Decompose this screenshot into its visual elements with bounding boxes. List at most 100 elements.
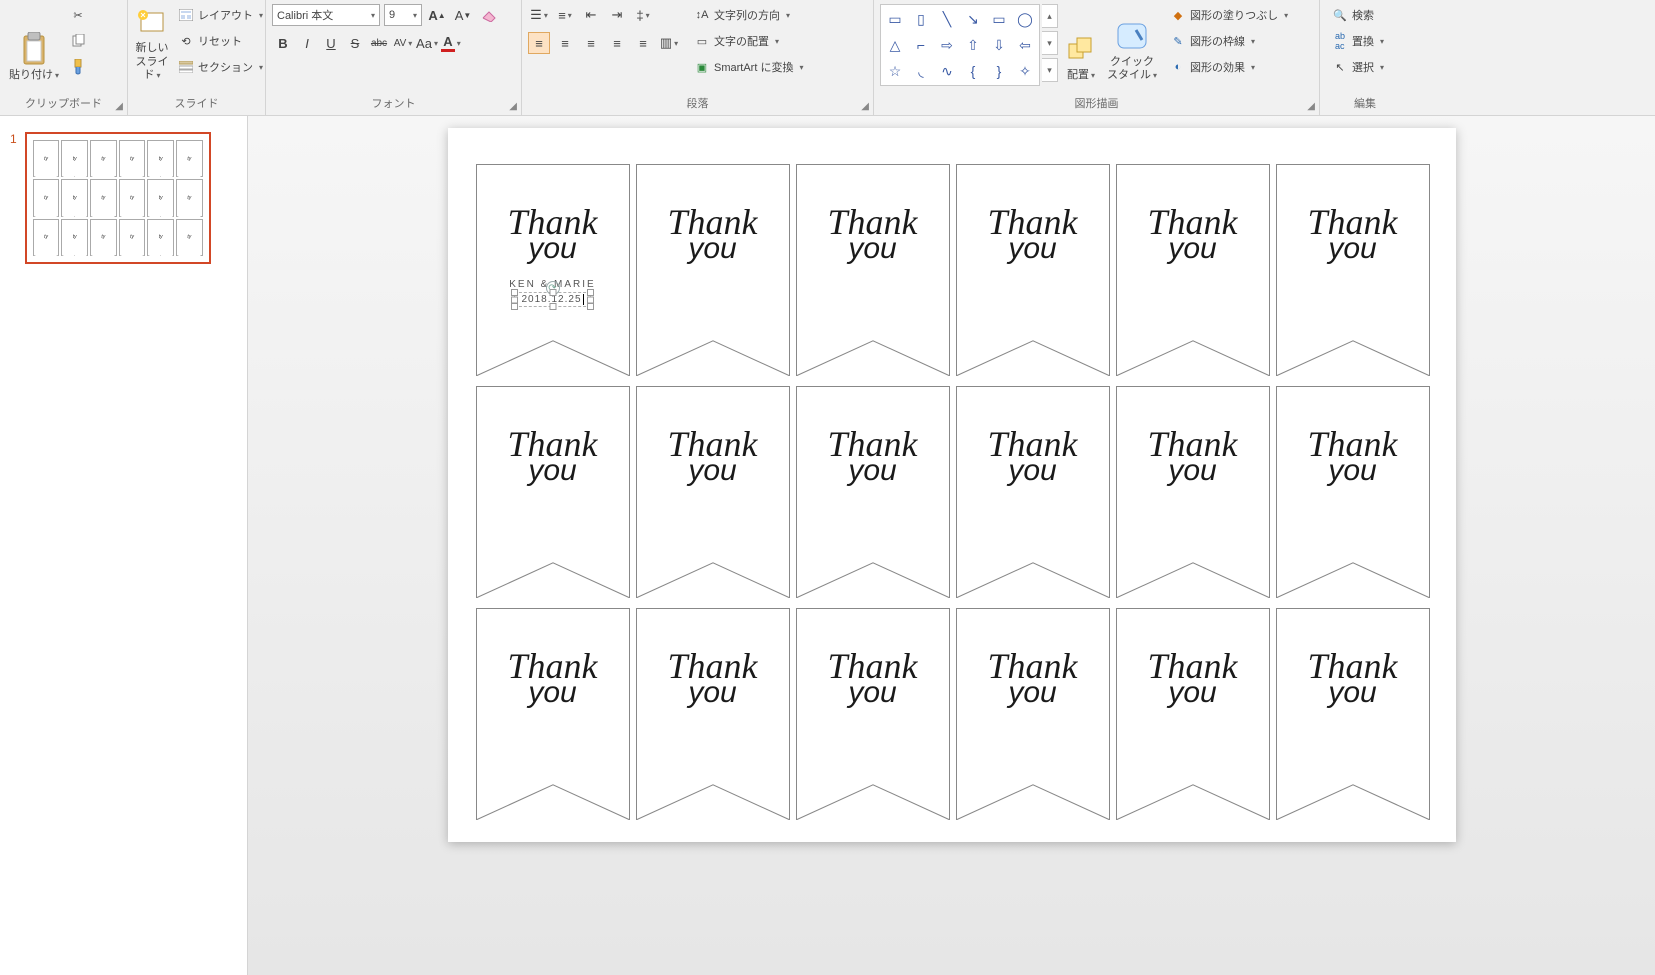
arrange-button[interactable]: 配置▾ (1058, 4, 1104, 82)
flag-tag[interactable]: Thankyou (1276, 386, 1430, 598)
date-textbox[interactable]: 2018.12.25 (514, 292, 590, 307)
char-spacing-button[interactable]: AV▾ (392, 32, 414, 54)
shape-arrow-u-icon[interactable]: ⇧ (961, 33, 985, 57)
shape-arrow-r-icon[interactable]: ⇨ (935, 33, 959, 57)
section-button[interactable]: セクション▾ (174, 56, 267, 78)
strike-button[interactable]: S (344, 32, 366, 54)
flag-tag[interactable]: Thankyou (1276, 164, 1430, 376)
cut-button[interactable]: ✂ (66, 4, 90, 26)
shape-arc-icon[interactable]: ◟ (909, 59, 933, 83)
dialog-launcher-icon[interactable]: ◢ (115, 101, 123, 112)
align-left-button[interactable]: ≡ (528, 32, 550, 54)
shape-tri-icon[interactable]: △ (883, 33, 907, 57)
thumbnail-number: 1 (10, 132, 17, 264)
flag-tag[interactable]: Thankyou (636, 164, 790, 376)
justify-button[interactable]: ≡ (606, 32, 628, 54)
shapes-gallery[interactable]: ▭▯╲↘▭◯ △⌐⇨⇧⇩⇦ ☆◟∿{}✧ (880, 4, 1040, 86)
paste-button[interactable]: 貼り付け▾ (6, 4, 62, 82)
underline-button[interactable]: U (320, 32, 342, 54)
convert-smartart-button[interactable]: ▣SmartArt に変換▾ (690, 56, 807, 78)
line-spacing-button[interactable]: ‡▾ (632, 4, 654, 26)
shape-lshape-icon[interactable]: ⌐ (909, 33, 933, 57)
clear-format-button[interactable] (478, 4, 500, 26)
section-icon (178, 59, 194, 75)
increase-indent-button[interactable]: ⇥ (606, 4, 628, 26)
flag-tag[interactable]: Thankyou (1116, 386, 1270, 598)
shape-outline-button[interactable]: ✎図形の枠線▾ (1166, 30, 1292, 52)
flag-tag[interactable]: Thankyou (476, 386, 630, 598)
flag-tag[interactable]: Thankyou (956, 164, 1110, 376)
flag-tag[interactable]: Thankyou (796, 386, 950, 598)
text-direction-button[interactable]: ↕A文字列の方向▾ (690, 4, 807, 26)
group-editing: 🔍検索 abac置換▾ ↖選択▾ 編集 (1320, 0, 1410, 115)
shape-effects-button[interactable]: ◐図形の効果▾ (1166, 56, 1292, 78)
decrease-indent-button[interactable]: ⇤ (580, 4, 602, 26)
flag-tag[interactable]: Thankyou (956, 608, 1110, 820)
flag-tag[interactable]: Thankyou (796, 608, 950, 820)
slide[interactable]: Thankyou ⟳ KEN & MARIE 2018.12.25 Thanky… (448, 128, 1456, 842)
shape-fill-button[interactable]: ◆図形の塗りつぶし▾ (1166, 4, 1292, 26)
shape-curve-icon[interactable]: ∿ (935, 59, 959, 83)
shape-callout-icon[interactable]: ✧ (1013, 59, 1037, 83)
align-right-button[interactable]: ≡ (580, 32, 602, 54)
flag-tag[interactable]: Thankyou (1116, 608, 1270, 820)
select-icon: ↖ (1332, 59, 1348, 75)
columns-button[interactable]: ▥▾ (658, 32, 680, 54)
flag-tag[interactable]: Thankyou (796, 164, 950, 376)
dialog-launcher-icon[interactable]: ◢ (861, 101, 869, 112)
shape-arrow-l-icon[interactable]: ⇦ (1013, 33, 1037, 57)
shape-textbox-icon[interactable]: ▭ (883, 7, 907, 31)
copy-button[interactable] (66, 30, 90, 52)
shape-star-icon[interactable]: ☆ (883, 59, 907, 83)
shape-arrow-d-icon[interactable]: ⇩ (987, 33, 1011, 57)
flag-tag[interactable]: Thankyou ⟳ KEN & MARIE 2018.12.25 (476, 164, 630, 376)
replace-button[interactable]: abac置換▾ (1328, 30, 1388, 52)
bullets-button[interactable]: ☰▾ (528, 4, 550, 26)
gallery-scroll[interactable]: ▴ ▾ ▾ (1042, 4, 1058, 82)
shrink-font-button[interactable]: A▼ (452, 4, 474, 26)
dialog-launcher-icon[interactable]: ◢ (1307, 101, 1315, 112)
group-font-title: フォント (372, 98, 416, 110)
shape-arrowline-icon[interactable]: ↘ (961, 7, 985, 31)
more-icon[interactable]: ▾ (1042, 58, 1058, 82)
slide-thumbnail-1[interactable]: tytytytytyty tytytytytyty tytytytytyty (25, 132, 211, 264)
shadow-button[interactable]: abc (368, 32, 390, 54)
flag-tag[interactable]: Thankyou (476, 608, 630, 820)
flag-tag[interactable]: Thankyou (1116, 164, 1270, 376)
bold-button[interactable]: B (272, 32, 294, 54)
numbering-button[interactable]: ≡▾ (554, 4, 576, 26)
find-button[interactable]: 🔍検索 (1328, 4, 1388, 26)
quick-styles-button[interactable]: クイック スタイル▾ (1104, 4, 1160, 82)
chevron-up-icon[interactable]: ▴ (1042, 4, 1058, 28)
font-size-combo[interactable]: 9▾ (384, 4, 422, 26)
new-slide-button[interactable]: 新しい スライド▾ (134, 4, 170, 82)
thank-you-text: Thankyou (668, 651, 758, 705)
grow-font-button[interactable]: A▲ (426, 4, 448, 26)
select-button[interactable]: ↖選択▾ (1328, 56, 1388, 78)
distribute-button[interactable]: ≡ (632, 32, 654, 54)
flag-tag[interactable]: Thankyou (956, 386, 1110, 598)
dialog-launcher-icon[interactable]: ◢ (509, 101, 517, 112)
font-color-button[interactable]: A▾ (440, 32, 462, 54)
format-painter-button[interactable] (66, 56, 90, 78)
flag-tag[interactable]: Thankyou (636, 608, 790, 820)
font-name-combo[interactable]: Calibri 本文▾ (272, 4, 380, 26)
align-center-button[interactable]: ≡ (554, 32, 576, 54)
shape-oval-icon[interactable]: ◯ (1013, 7, 1037, 31)
flag-tag[interactable]: Thankyou (636, 386, 790, 598)
shape-vtextbox-icon[interactable]: ▯ (909, 7, 933, 31)
shape-rect-icon[interactable]: ▭ (987, 7, 1011, 31)
group-editing-title: 編集 (1354, 98, 1376, 110)
flag-tag[interactable]: Thankyou (1276, 608, 1430, 820)
change-case-button[interactable]: Aa▾ (416, 32, 438, 54)
shape-brace-r-icon[interactable]: } (987, 59, 1011, 83)
align-text-button[interactable]: ▭文字の配置▾ (690, 30, 807, 52)
chevron-down-icon[interactable]: ▾ (1042, 31, 1058, 55)
shape-brace-l-icon[interactable]: { (961, 59, 985, 83)
reset-button[interactable]: ⟲リセット (174, 30, 267, 52)
shape-line-icon[interactable]: ╲ (935, 7, 959, 31)
slide-canvas-area[interactable]: Thankyou ⟳ KEN & MARIE 2018.12.25 Thanky… (248, 116, 1655, 975)
layout-button[interactable]: レイアウト▾ (174, 4, 267, 26)
italic-button[interactable]: I (296, 32, 318, 54)
thank-you-text: Thankyou (1148, 207, 1238, 261)
